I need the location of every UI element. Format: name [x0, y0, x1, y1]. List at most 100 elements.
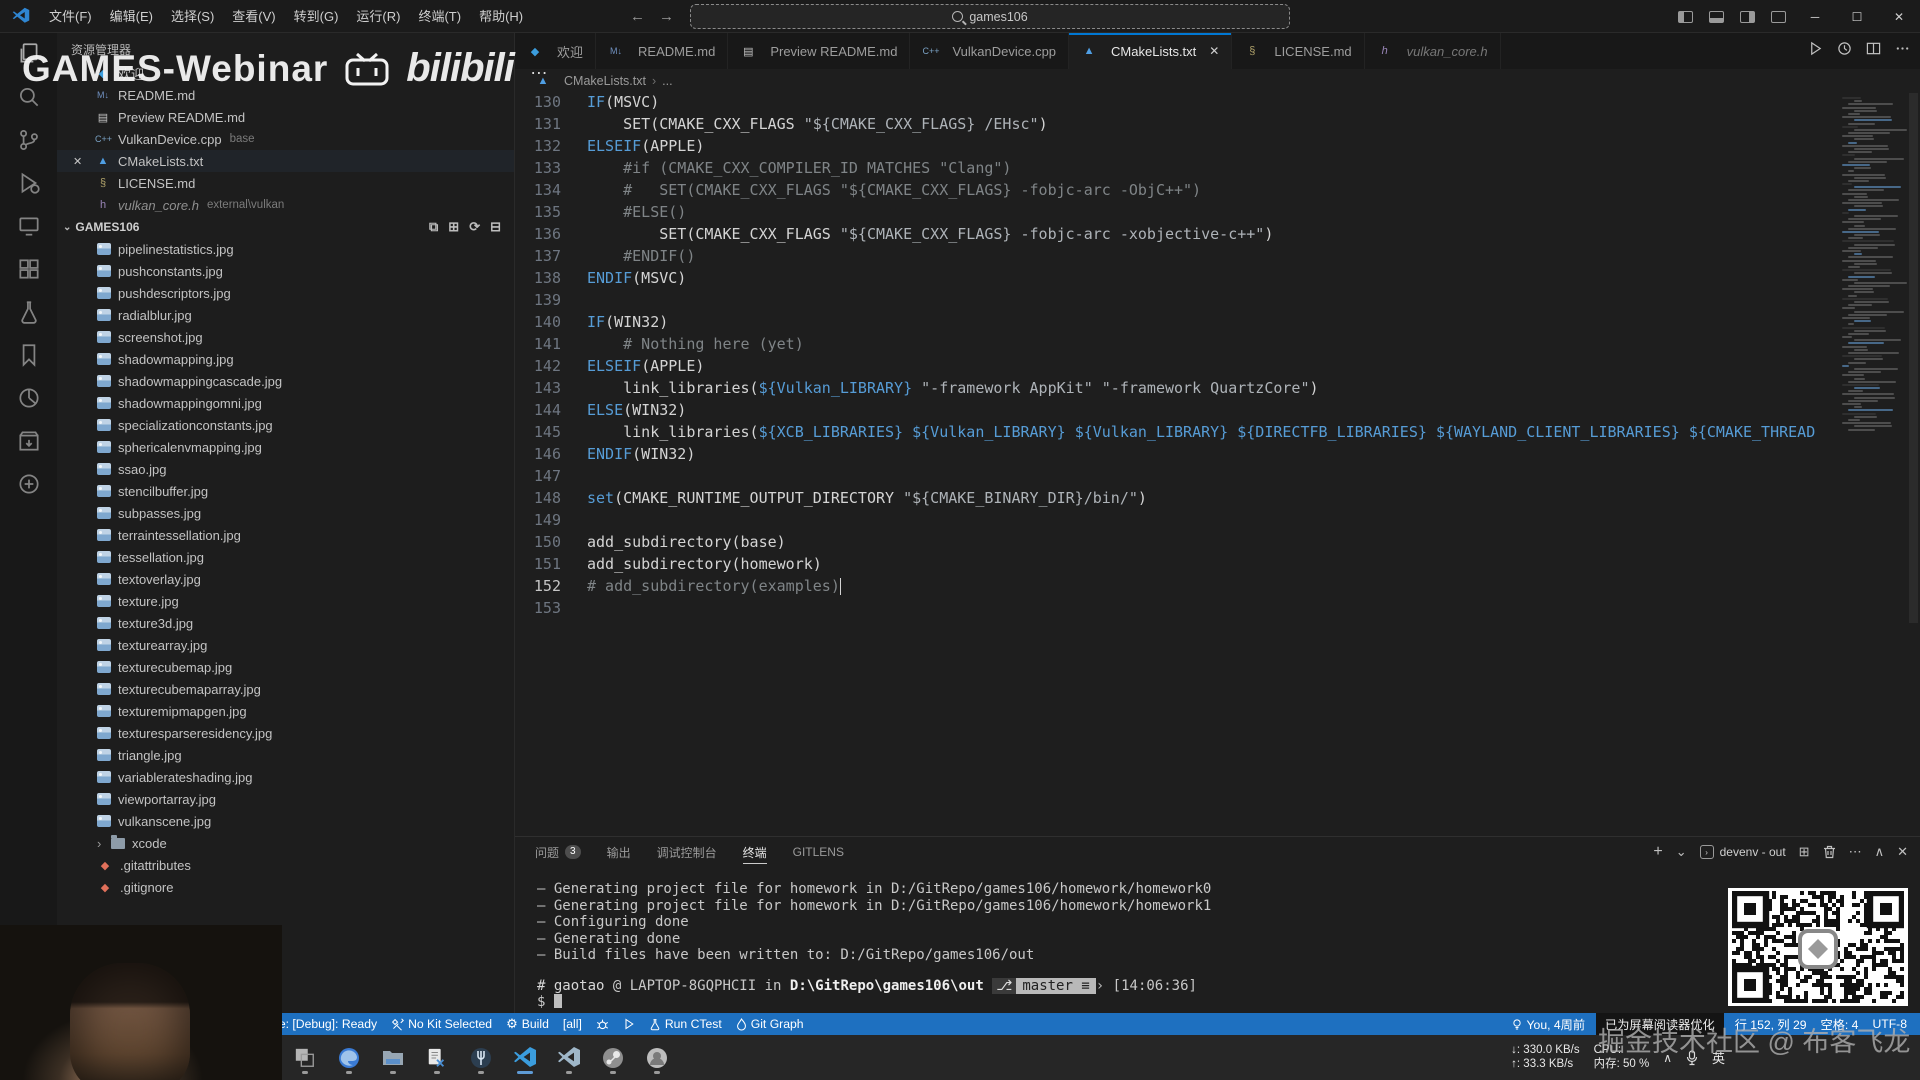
panel-tab-gitlens[interactable]: GITLENS	[793, 837, 844, 867]
blame-info[interactable]: You, 4周前	[1504, 1013, 1593, 1035]
file-item-texturecubemap-jpg[interactable]: texturecubemap.jpg	[57, 656, 514, 678]
breadcrumb[interactable]: ▲ CMakeLists.txt › ...	[515, 69, 1920, 93]
open-editor-readme-md[interactable]: M↓README.md	[57, 84, 514, 106]
file-item-shadowmappingcascade-jpg[interactable]: shadowmappingcascade.jpg	[57, 370, 514, 392]
file-item-shadowmappingomni-jpg[interactable]: shadowmappingomni.jpg	[57, 392, 514, 414]
encoding[interactable]: UTF-8	[1865, 1013, 1914, 1035]
debug-button[interactable]	[589, 1013, 616, 1035]
code-line-149[interactable]: 149	[515, 511, 1920, 533]
open-editor-license-md[interactable]: §LICENSE.md	[57, 172, 514, 194]
code-line-139[interactable]: 139	[515, 291, 1920, 313]
code-line-144[interactable]: 144ELSE(WIN32)	[515, 401, 1920, 423]
code-line-145[interactable]: 145 link_libraries(${XCB_LIBRARIES} ${Vu…	[515, 423, 1920, 445]
menu-文件-f[interactable]: 文件(F)	[40, 0, 101, 33]
task-view-icon[interactable]	[290, 1041, 320, 1075]
close-tab-icon[interactable]: ✕	[1209, 44, 1219, 58]
timeline-icon[interactable]	[1837, 41, 1852, 61]
extensions-icon[interactable]	[16, 256, 42, 282]
file-item-shadowmapping-jpg[interactable]: shadowmapping.jpg	[57, 348, 514, 370]
file-item-texturecubemaparray-jpg[interactable]: texturecubemaparray.jpg	[57, 678, 514, 700]
code-editor[interactable]: 130IF(MSVC)131 SET(CMAKE_CXX_FLAGS "${CM…	[515, 93, 1920, 836]
edge-icon[interactable]	[334, 1041, 364, 1075]
file-item-pipelinestatistics-jpg[interactable]: pipelinestatistics.jpg	[57, 238, 514, 260]
code-line-137[interactable]: 137 #ENDIF()	[515, 247, 1920, 269]
file-item-specializationconstants-jpg[interactable]: specializationconstants.jpg	[57, 414, 514, 436]
git-graph-button[interactable]: Git Graph	[729, 1013, 811, 1035]
code-line-151[interactable]: 151add_subdirectory(homework)	[515, 555, 1920, 577]
restore-button[interactable]: ☐	[1836, 0, 1878, 33]
open-editor-cmakelists-txt[interactable]: ✕▲CMakeLists.txt	[57, 150, 514, 172]
command-center-search[interactable]: games106	[690, 4, 1290, 29]
menu-帮助-h[interactable]: 帮助(H)	[470, 0, 532, 33]
code-line-152[interactable]: 152# add_subdirectory(examples)	[515, 577, 1920, 599]
file-item-gitattributes[interactable]: ◆.gitattributes	[57, 854, 514, 876]
code-line-134[interactable]: 134 # SET(CMAKE_CXX_FLAGS "${CMAKE_CXX_F…	[515, 181, 1920, 203]
collapse-all-icon[interactable]: ⊟	[490, 219, 501, 235]
code-line-148[interactable]: 148set(CMAKE_RUNTIME_OUTPUT_DIRECTORY "$…	[515, 489, 1920, 511]
explorer-icon[interactable]	[16, 41, 42, 67]
toggle-panel-icon[interactable]	[1709, 11, 1724, 23]
toggle-sidebar-icon[interactable]	[1678, 11, 1693, 23]
menu-转到-g[interactable]: 转到(G)	[285, 0, 348, 33]
file-item-pushconstants-jpg[interactable]: pushconstants.jpg	[57, 260, 514, 282]
code-line-142[interactable]: 142ELSEIF(APPLE)	[515, 357, 1920, 379]
file-item-ssao-jpg[interactable]: ssao.jpg	[57, 458, 514, 480]
panel-tab-问题[interactable]: 问题3	[535, 837, 581, 867]
split-terminal-icon[interactable]: ⊞	[1799, 844, 1810, 860]
new-file-icon[interactable]: ⧉	[429, 219, 438, 235]
package-icon[interactable]	[16, 428, 42, 454]
file-item-textoverlay-jpg[interactable]: textoverlay.jpg	[57, 568, 514, 590]
minimap[interactable]	[1842, 97, 1904, 432]
new-folder-icon[interactable]: ⊞	[448, 219, 459, 235]
source-control-icon[interactable]	[16, 127, 42, 153]
microphone-icon[interactable]	[1686, 1050, 1698, 1066]
file-item-screenshot-jpg[interactable]: screenshot.jpg	[57, 326, 514, 348]
file-item-xcode[interactable]: ›xcode	[57, 832, 514, 854]
open-editor-欢迎[interactable]: ◆欢迎	[57, 62, 514, 84]
code-line-140[interactable]: 140IF(WIN32)	[515, 313, 1920, 335]
split-editor-icon[interactable]	[1866, 41, 1881, 61]
refresh-icon[interactable]: ⟳	[469, 219, 480, 235]
nav-forward-button[interactable]: →	[659, 8, 674, 25]
editor-scrollbar[interactable]	[1907, 93, 1920, 836]
search-icon[interactable]	[16, 84, 42, 110]
close-editor-icon[interactable]: ✕	[73, 155, 82, 168]
close-panel-icon[interactable]: ✕	[1897, 844, 1908, 860]
stats-icon[interactable]	[16, 385, 42, 411]
menu-终端-t[interactable]: 终端(T)	[409, 0, 470, 33]
tab-vulkandevice-cpp[interactable]: C++VulkanDevice.cpp	[910, 33, 1069, 69]
open-editor-vulkan-core-h[interactable]: hvulkan_core.hexternal\vulkan	[57, 194, 514, 216]
file-item-terraintessellation-jpg[interactable]: terraintessellation.jpg	[57, 524, 514, 546]
file-explorer-icon[interactable]	[378, 1041, 408, 1075]
tab-preview-readme-md[interactable]: ▤Preview README.md	[728, 33, 910, 69]
run-icon[interactable]	[1808, 41, 1823, 61]
trash-icon[interactable]	[1823, 845, 1836, 859]
tab-license-md[interactable]: §LICENSE.md	[1232, 33, 1364, 69]
cursor-position[interactable]: 行 152, 列 29	[1728, 1013, 1814, 1035]
steam-icon[interactable]	[598, 1041, 628, 1075]
tab-cmakelists-txt[interactable]: ▲CMakeLists.txt✕	[1069, 33, 1232, 69]
open-editor-preview-readme-md[interactable]: ▤Preview README.md	[57, 106, 514, 128]
menu-查看-v[interactable]: 查看(V)	[223, 0, 284, 33]
launch-button[interactable]	[616, 1013, 642, 1035]
open-editor-vulkandevice-cpp[interactable]: C++VulkanDevice.cppbase	[57, 128, 514, 150]
code-line-143[interactable]: 143 link_libraries(${Vulkan_LIBRARY} "-f…	[515, 379, 1920, 401]
file-item-tessellation-jpg[interactable]: tessellation.jpg	[57, 546, 514, 568]
close-button[interactable]: ✕	[1878, 0, 1920, 33]
new-terminal-button[interactable]: +	[1653, 843, 1662, 861]
testing-icon[interactable]	[16, 299, 42, 325]
file-item-radialblur-jpg[interactable]: radialblur.jpg	[57, 304, 514, 326]
panel-tab-输出[interactable]: 输出	[607, 837, 631, 867]
code-line-153[interactable]: 153	[515, 599, 1920, 621]
code-line-130[interactable]: 130IF(MSVC)	[515, 93, 1920, 115]
menu-选择-s[interactable]: 选择(S)	[162, 0, 223, 33]
bookmarks-icon[interactable]	[16, 342, 42, 368]
more-actions-icon[interactable]: ⋯	[1849, 844, 1862, 860]
build-button[interactable]: ⚙Build	[499, 1013, 556, 1035]
ctest-button[interactable]: Run CTest	[642, 1013, 729, 1035]
code-line-150[interactable]: 150add_subdirectory(base)	[515, 533, 1920, 555]
code-line-141[interactable]: 141 # Nothing here (yet)	[515, 335, 1920, 357]
file-item-texture3d-jpg[interactable]: texture3d.jpg	[57, 612, 514, 634]
terminal-input-line[interactable]: $	[537, 994, 1920, 1011]
file-item-stencilbuffer-jpg[interactable]: stencilbuffer.jpg	[57, 480, 514, 502]
